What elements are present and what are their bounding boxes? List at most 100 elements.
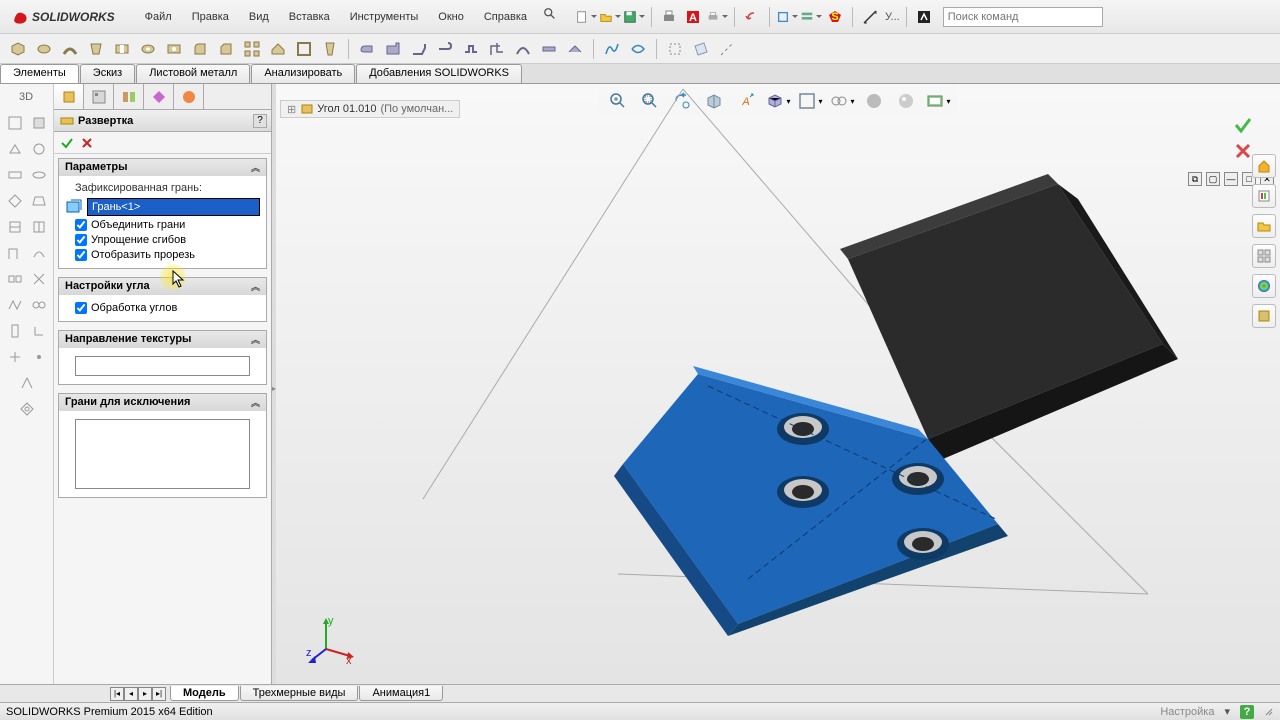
menu-window[interactable]: Окно	[428, 7, 474, 27]
sheetmetal-jog-button[interactable]	[459, 37, 483, 61]
curve-button[interactable]	[600, 37, 624, 61]
tab-sketch[interactable]: Эскиз	[80, 64, 135, 83]
exclude-faces-list[interactable]	[75, 419, 250, 489]
view-tool-22[interactable]	[16, 398, 38, 420]
check-simplify-bends-box[interactable]	[75, 234, 87, 246]
check-merge-faces[interactable]: Объединить грани	[75, 219, 260, 231]
view-tool-17[interactable]	[4, 320, 26, 342]
axis-button[interactable]	[715, 37, 739, 61]
pm-tab-dimxpert[interactable]	[144, 84, 174, 109]
pm-help-button[interactable]: ?	[253, 114, 267, 128]
sheetmetal-edge-button[interactable]	[407, 37, 431, 61]
tab-sheetmetal[interactable]: Листовой металл	[136, 64, 250, 83]
tp-home-button[interactable]	[1252, 154, 1276, 178]
menu-search-icon[interactable]	[543, 7, 557, 21]
check-corner-treat[interactable]: Обработка углов	[75, 302, 260, 314]
tab-addins[interactable]: Добавления SOLIDWORKS	[356, 64, 522, 83]
revolve-button[interactable]	[32, 37, 56, 61]
ok-icon[interactable]	[60, 136, 74, 150]
view-tool-6[interactable]	[28, 164, 50, 186]
tab-evaluate[interactable]: Анализировать	[251, 64, 355, 83]
check-merge-faces-box[interactable]	[75, 219, 87, 231]
view-tool-5[interactable]	[4, 164, 26, 186]
pm-tab-feature[interactable]	[54, 84, 84, 109]
nav-last-icon[interactable]: ▸|	[152, 687, 166, 701]
view-tool-11[interactable]	[4, 242, 26, 264]
hole-button[interactable]	[162, 37, 186, 61]
superman-icon[interactable]: S	[824, 6, 846, 28]
view-tool-3[interactable]	[4, 138, 26, 160]
pm-group-exclude-head[interactable]: Грани для исключения︽	[59, 394, 266, 411]
sheetmetal-fold-button[interactable]	[563, 37, 587, 61]
view-tool-16[interactable]	[28, 294, 50, 316]
view-triad[interactable]: y x z	[306, 614, 356, 664]
menu-view[interactable]: Вид	[239, 7, 279, 27]
pm-tab-config[interactable]	[84, 84, 114, 109]
bottom-tab-3dviews[interactable]: Трехмерные виды	[240, 686, 359, 701]
sheetmetal-unfold-button[interactable]	[537, 37, 561, 61]
chamfer-button[interactable]	[214, 37, 238, 61]
view-tool-2[interactable]	[28, 112, 50, 134]
pm-group-params-head[interactable]: Параметры︽	[59, 159, 266, 176]
view-tool-8[interactable]	[28, 190, 50, 212]
options-button[interactable]	[800, 6, 822, 28]
check-show-slit[interactable]: Отобразить прорезь	[75, 249, 260, 261]
menu-help[interactable]: Справка	[474, 7, 537, 27]
sheetmetal-base-button[interactable]	[355, 37, 379, 61]
view-tool-10[interactable]	[28, 216, 50, 238]
rebuild-button[interactable]	[776, 6, 798, 28]
tp-appearance-button[interactable]	[1252, 274, 1276, 298]
pm-group-texture-head[interactable]: Направление текстуры︽	[59, 331, 266, 348]
sweep-button[interactable]	[58, 37, 82, 61]
win-single-icon[interactable]: ▢	[1206, 172, 1220, 186]
undo-button[interactable]	[741, 6, 763, 28]
view-tool-1[interactable]	[4, 112, 26, 134]
tp-explorer-button[interactable]	[1252, 214, 1276, 238]
cut-revolve-button[interactable]	[136, 37, 160, 61]
loft-button[interactable]	[84, 37, 108, 61]
check-simplify-bends[interactable]: Упрощение сгибов	[75, 234, 260, 246]
menu-file[interactable]: Файл	[135, 7, 182, 27]
tp-view-palette-button[interactable]	[1252, 244, 1276, 268]
view-tool-12[interactable]	[28, 242, 50, 264]
status-settings-label[interactable]: Настройка	[1160, 706, 1214, 718]
sheetmetal-flange-button[interactable]	[381, 37, 405, 61]
view-tool-18[interactable]	[28, 320, 50, 342]
cancel-icon[interactable]	[80, 136, 94, 150]
face-select-icon[interactable]	[65, 198, 83, 216]
nav-first-icon[interactable]: |◂	[110, 687, 124, 701]
tp-library-button[interactable]	[1252, 184, 1276, 208]
texture-direction-input[interactable]	[75, 356, 250, 376]
curve2-button[interactable]	[626, 37, 650, 61]
view-tool-20[interactable]	[28, 346, 50, 368]
sheetmetal-corner-button[interactable]	[485, 37, 509, 61]
cut-extrude-button[interactable]	[110, 37, 134, 61]
nav-prev-icon[interactable]: ◂	[124, 687, 138, 701]
bottom-tab-animation[interactable]: Анимация1	[359, 686, 443, 701]
win-multi-icon[interactable]: ⧉	[1188, 172, 1202, 186]
menu-insert[interactable]: Вставка	[279, 7, 340, 27]
status-help-button[interactable]: ?	[1240, 705, 1254, 719]
bottom-tab-model[interactable]: Модель	[170, 686, 239, 701]
command-search-input[interactable]	[944, 11, 1102, 23]
extrude-button[interactable]	[6, 37, 30, 61]
print-button[interactable]	[658, 6, 680, 28]
command-search-icon[interactable]	[913, 6, 935, 28]
save-button[interactable]	[623, 6, 645, 28]
menu-tools[interactable]: Инструменты	[340, 7, 429, 27]
nav-next-icon[interactable]: ▸	[138, 687, 152, 701]
pm-tab-appearance[interactable]	[174, 84, 204, 109]
view-tool-14[interactable]	[28, 268, 50, 290]
view-tool-13[interactable]	[4, 268, 26, 290]
confirm-cancel-icon[interactable]	[1232, 140, 1254, 162]
view-tool-7[interactable]	[4, 190, 26, 212]
shell-button[interactable]	[292, 37, 316, 61]
confirm-ok-icon[interactable]	[1232, 114, 1254, 136]
command-search-box[interactable]	[943, 7, 1103, 27]
plane-button[interactable]	[689, 37, 713, 61]
check-show-slit-box[interactable]	[75, 249, 87, 261]
graphics-viewport[interactable]: ⊞ Угол 01.010 (По умолчан... A ▾ ▾ ▾ ▾	[276, 84, 1280, 684]
pm-group-corner-head[interactable]: Настройки угла︽	[59, 278, 266, 295]
rib-button[interactable]	[266, 37, 290, 61]
view-tool-21[interactable]	[16, 372, 38, 394]
